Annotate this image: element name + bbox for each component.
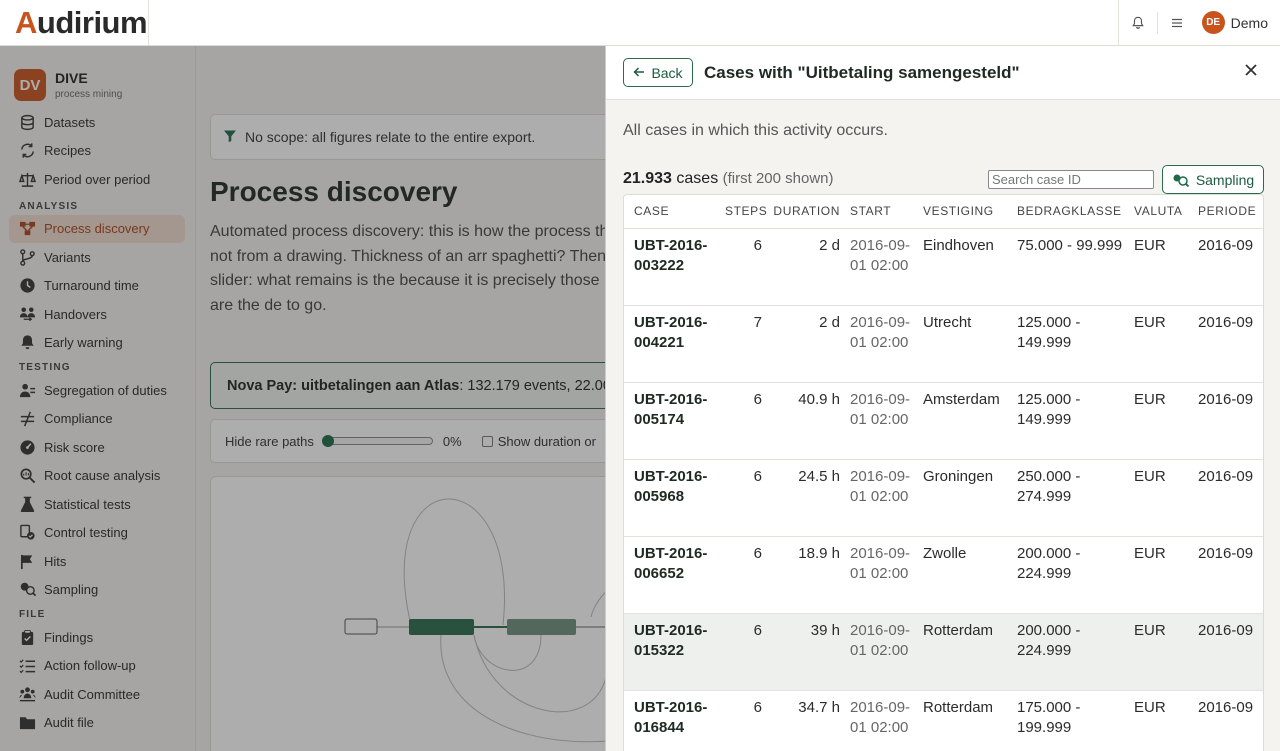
cell-duration: 18.9 h: [762, 536, 840, 614]
cell-steps: 6: [715, 459, 762, 537]
cell-case[interactable]: UBT-2016-005968: [624, 459, 715, 537]
column-header-periode[interactable]: PERIODE: [1188, 195, 1263, 229]
column-header-bedragklasse[interactable]: BEDRAGKLASSE: [1007, 195, 1124, 229]
column-header-steps[interactable]: STEPS: [715, 195, 767, 229]
table-row[interactable]: UBT-2016-015322 6 39 h 2016-09-01 02:00 Rott…: [624, 613, 1263, 691]
cell-bedragklasse: 200.000 - 224.999: [1007, 536, 1124, 614]
column-header-case[interactable]: CASE: [624, 195, 715, 229]
bell-icon[interactable]: [1119, 0, 1157, 45]
cell-duration: 34.7 h: [762, 690, 840, 751]
case-count: 21.933 cases (first 200 shown): [623, 170, 834, 188]
cell-bedragklasse: 250.000 - 274.999: [1007, 459, 1124, 537]
column-header-duration[interactable]: DURATION: [762, 195, 840, 229]
cell-steps: 6: [715, 382, 762, 460]
modal-backdrop[interactable]: [0, 46, 605, 751]
case-search-input[interactable]: [988, 170, 1154, 189]
cell-bedragklasse: 200.000 - 224.999: [1007, 613, 1124, 691]
cell-valuta: EUR: [1124, 382, 1188, 460]
cell-valuta: EUR: [1124, 613, 1188, 691]
cell-valuta: EUR: [1124, 305, 1188, 383]
cell-case[interactable]: UBT-2016-003222: [624, 228, 715, 306]
cell-vestiging: Rotterdam: [913, 613, 1007, 691]
sampling-icon: [1172, 173, 1189, 187]
cell-case[interactable]: UBT-2016-005174: [624, 382, 715, 460]
cell-case[interactable]: UBT-2016-004221: [624, 305, 715, 383]
cell-duration: 24.5 h: [762, 459, 840, 537]
table-row[interactable]: UBT-2016-016844 6 34.7 h 2016-09-01 02:00 Ro…: [624, 690, 1263, 751]
cell-periode: 2016-09: [1188, 536, 1263, 614]
cell-valuta: EUR: [1124, 690, 1188, 751]
cell-bedragklasse: 175.000 - 199.999: [1007, 690, 1124, 751]
cell-case[interactable]: UBT-2016-006652: [624, 536, 715, 614]
cases-table: CASE STEPS DURATION START VESTIGING BEDRAGKLA…: [623, 194, 1264, 751]
cell-periode: 2016-09: [1188, 305, 1263, 383]
cell-bedragklasse: 125.000 - 149.999: [1007, 305, 1124, 383]
cell-periode: 2016-09: [1188, 459, 1263, 537]
cell-duration: 40.9 h: [762, 382, 840, 460]
table-row[interactable]: UBT-2016-006652 6 18.9 h 2016-09-01 02:00 Zw…: [624, 536, 1263, 614]
cell-case[interactable]: UBT-2016-015322: [624, 613, 715, 691]
arrow-left-icon: [633, 65, 645, 81]
table-row[interactable]: UBT-2016-005968 6 24.5 h 2016-09-01 02:00 Gr…: [624, 459, 1263, 537]
sampling-label: Sampling: [1195, 171, 1255, 188]
case-count-note: (first 200 shown): [722, 170, 834, 187]
close-icon[interactable]: [1244, 60, 1258, 83]
cell-steps: 6: [715, 228, 762, 306]
menu-icon[interactable]: [1158, 0, 1196, 45]
panel-title: Cases with "Uitbetaling samengesteld": [704, 62, 1020, 82]
cell-valuta: EUR: [1124, 536, 1188, 614]
cell-case[interactable]: UBT-2016-016844: [624, 690, 715, 751]
cell-start: 2016-09-01 02:00: [840, 536, 913, 614]
cell-start: 2016-09-01 02:00: [840, 690, 913, 751]
cell-duration: 2 d: [762, 305, 840, 383]
cell-vestiging: Rotterdam: [913, 690, 1007, 751]
back-button[interactable]: Back: [623, 58, 693, 87]
cases-panel: Back Cases with "Uitbetaling samengestel…: [605, 46, 1280, 751]
cell-vestiging: Groningen: [913, 459, 1007, 537]
cell-bedragklasse: 125.000 - 149.999: [1007, 382, 1124, 460]
top-bar: Audirium DE Demo: [0, 0, 1280, 46]
table-row[interactable]: UBT-2016-003222 6 2 d 2016-09-01 02:00 Eindh…: [624, 228, 1263, 306]
cell-start: 2016-09-01 02:00: [840, 228, 913, 306]
cell-start: 2016-09-01 02:00: [840, 613, 913, 691]
cell-vestiging: Zwolle: [913, 536, 1007, 614]
cell-vestiging: Utrecht: [913, 305, 1007, 383]
back-label: Back: [651, 64, 683, 81]
column-header-valuta[interactable]: VALUTA: [1124, 195, 1188, 229]
app-logo[interactable]: Audirium: [0, 0, 149, 45]
sampling-button[interactable]: Sampling: [1162, 165, 1264, 194]
user-menu[interactable]: DE Demo: [1196, 11, 1280, 34]
cell-periode: 2016-09: [1188, 382, 1263, 460]
case-count-number: 21.933: [623, 170, 672, 187]
cell-valuta: EUR: [1124, 459, 1188, 537]
case-count-word: cases: [676, 170, 719, 187]
cell-periode: 2016-09: [1188, 690, 1263, 751]
user-name: Demo: [1230, 14, 1268, 31]
cell-vestiging: Eindhoven: [913, 228, 1007, 306]
cell-start: 2016-09-01 02:00: [840, 459, 913, 537]
panel-header: Back Cases with "Uitbetaling samengestel…: [606, 46, 1280, 100]
cell-periode: 2016-09: [1188, 613, 1263, 691]
cell-bedragklasse: 75.000 - 99.999: [1007, 228, 1124, 306]
column-header-vestiging[interactable]: VESTIGING: [913, 195, 1007, 229]
table-row[interactable]: UBT-2016-005174 6 40.9 h 2016-09-01 02:00 Am…: [624, 382, 1263, 460]
cell-start: 2016-09-01 02:00: [840, 382, 913, 460]
cell-steps: 7: [715, 305, 762, 383]
cell-start: 2016-09-01 02:00: [840, 305, 913, 383]
cell-periode: 2016-09: [1188, 228, 1263, 306]
cell-duration: 2 d: [762, 228, 840, 306]
table-row[interactable]: UBT-2016-004221 7 2 d 2016-09-01 02:00 Utrec…: [624, 305, 1263, 383]
cell-duration: 39 h: [762, 613, 840, 691]
cell-steps: 6: [715, 613, 762, 691]
panel-description: All cases in which this activity occurs.: [623, 122, 888, 139]
cell-steps: 6: [715, 690, 762, 751]
cell-steps: 6: [715, 536, 762, 614]
cell-valuta: EUR: [1124, 228, 1188, 306]
user-avatar: DE: [1201, 11, 1225, 34]
column-header-start[interactable]: START: [840, 195, 913, 229]
cell-vestiging: Amsterdam: [913, 382, 1007, 460]
